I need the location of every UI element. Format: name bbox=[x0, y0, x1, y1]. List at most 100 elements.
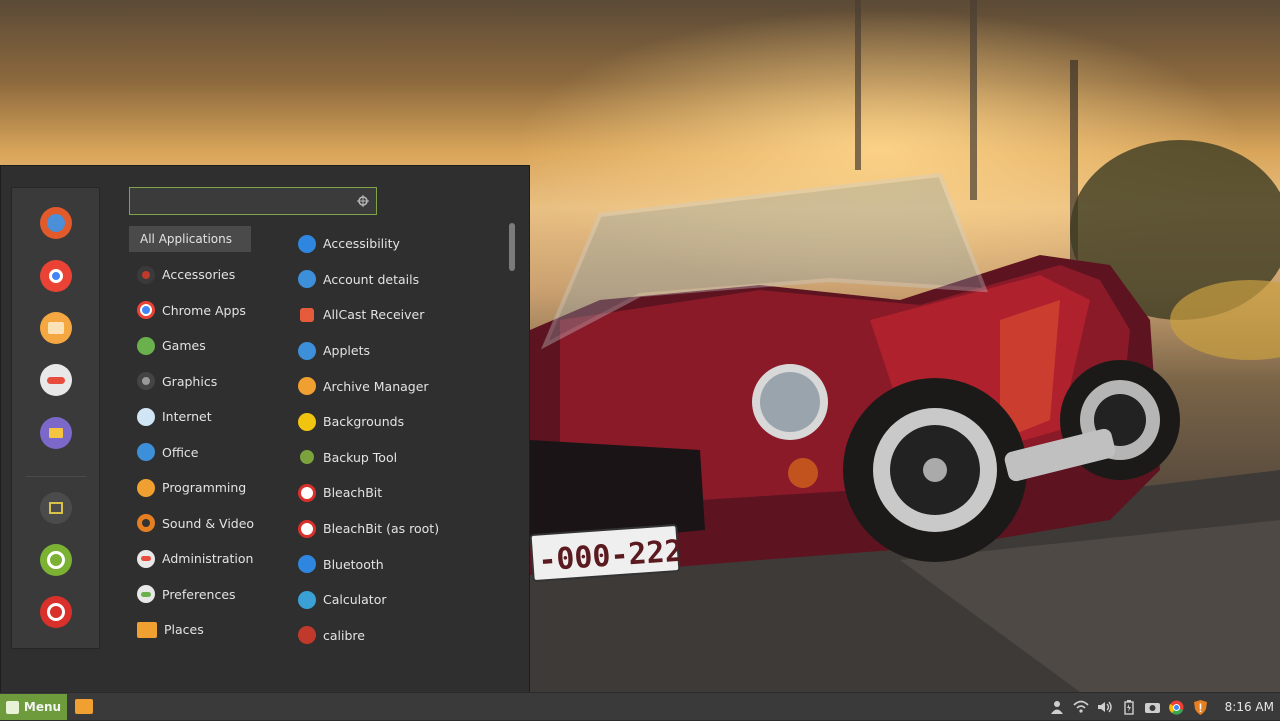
category-all-applications[interactable]: All Applications bbox=[129, 226, 251, 252]
app-bluetooth[interactable]: Bluetooth bbox=[291, 546, 501, 582]
category-chrome-apps[interactable]: Chrome Apps bbox=[129, 293, 269, 329]
office-icon bbox=[137, 443, 155, 462]
folder-icon[interactable] bbox=[75, 699, 93, 714]
app-label: Archive Manager bbox=[323, 378, 429, 394]
allcast-icon bbox=[300, 307, 314, 322]
applets-icon bbox=[298, 341, 316, 360]
app-label: Calculator bbox=[323, 592, 387, 608]
category-label: Accessories bbox=[162, 267, 236, 283]
app-label: Applets bbox=[323, 343, 370, 359]
category-label: Office bbox=[162, 444, 199, 460]
calculator-icon bbox=[298, 590, 316, 609]
internet-icon bbox=[137, 407, 155, 426]
network-icon[interactable] bbox=[1073, 699, 1089, 715]
category-programming[interactable]: Programming bbox=[129, 470, 269, 506]
games-icon bbox=[137, 336, 155, 355]
backup-tool-icon bbox=[300, 450, 314, 465]
bluetooth-icon bbox=[298, 555, 316, 574]
accessories-icon bbox=[137, 265, 155, 284]
backgrounds-icon bbox=[298, 412, 316, 431]
menu-button[interactable]: Menu bbox=[0, 694, 67, 720]
category-preferences[interactable]: Preferences bbox=[129, 577, 269, 613]
category-places[interactable]: Places bbox=[129, 612, 269, 648]
category-label: Programming bbox=[162, 480, 247, 496]
app-label: calibre bbox=[323, 627, 365, 643]
app-applets[interactable]: Applets bbox=[291, 333, 501, 369]
category-label: Places bbox=[164, 622, 204, 638]
app-account-details[interactable]: Account details bbox=[291, 262, 501, 298]
menu-button-label: Menu bbox=[23, 700, 62, 714]
chrome-icon[interactable] bbox=[1169, 699, 1185, 715]
category-label: Internet bbox=[162, 409, 212, 425]
search-box[interactable] bbox=[129, 187, 377, 215]
favorites-panel bbox=[11, 187, 100, 649]
app-backgrounds[interactable]: Backgrounds bbox=[291, 404, 501, 440]
settings-icon[interactable] bbox=[40, 364, 72, 396]
app-calibre[interactable]: calibre bbox=[291, 618, 501, 654]
app-label: Accessibility bbox=[323, 236, 400, 252]
taskbar: Menu 8:16 AM bbox=[0, 692, 1280, 720]
chrome-icon bbox=[137, 301, 155, 320]
calibre-icon bbox=[298, 626, 316, 645]
search-input[interactable] bbox=[136, 192, 350, 212]
programming-icon bbox=[137, 478, 155, 497]
graphics-icon bbox=[137, 372, 155, 391]
app-label: Bluetooth bbox=[323, 556, 384, 572]
volume-icon[interactable] bbox=[1097, 699, 1113, 715]
category-games[interactable]: Games bbox=[129, 328, 269, 364]
category-sound-video[interactable]: Sound & Video bbox=[129, 506, 269, 542]
app-bleachbit-as-root[interactable]: BleachBit (as root) bbox=[291, 511, 501, 547]
logout-icon[interactable] bbox=[40, 544, 72, 576]
files-icon[interactable] bbox=[40, 312, 72, 344]
category-list: All Applications Accessories Chrome Apps… bbox=[129, 226, 269, 648]
search-icon bbox=[357, 195, 369, 207]
favorites-separator bbox=[26, 476, 86, 477]
category-label: Chrome Apps bbox=[162, 302, 246, 318]
app-bleachbit[interactable]: BleachBit bbox=[291, 475, 501, 511]
category-label: Administration bbox=[162, 551, 254, 567]
accessibility-icon bbox=[298, 234, 316, 253]
places-icon bbox=[137, 621, 157, 638]
category-internet[interactable]: Internet bbox=[129, 399, 269, 435]
lock-screen-icon[interactable] bbox=[40, 492, 72, 524]
app-label: Backgrounds bbox=[323, 414, 405, 430]
category-office[interactable]: Office bbox=[129, 435, 269, 471]
screenshot-icon[interactable] bbox=[1145, 699, 1161, 715]
app-label: Account details bbox=[323, 271, 420, 287]
app-archive-manager[interactable]: Archive Manager bbox=[291, 368, 501, 404]
app-label: BleachBit bbox=[323, 485, 383, 501]
archive-manager-icon bbox=[298, 377, 316, 396]
app-allcast-receiver[interactable]: AllCast Receiver bbox=[291, 297, 501, 333]
app-list-scrollbar[interactable] bbox=[509, 223, 515, 271]
app-accessibility[interactable]: Accessibility bbox=[291, 226, 501, 262]
battery-icon[interactable] bbox=[1121, 699, 1137, 715]
bleachbit-icon bbox=[298, 483, 316, 502]
preferences-icon bbox=[137, 585, 155, 604]
power-icon[interactable] bbox=[40, 596, 72, 628]
clock[interactable]: 8:16 AM bbox=[1225, 700, 1274, 714]
app-backup-tool[interactable]: Backup Tool bbox=[291, 440, 501, 476]
application-list: Accessibility Account details AllCast Re… bbox=[291, 226, 501, 653]
category-label: Preferences bbox=[162, 586, 236, 602]
update-shield-icon[interactable] bbox=[1193, 699, 1209, 715]
app-label: BleachBit (as root) bbox=[323, 521, 440, 537]
category-label: All Applications bbox=[140, 232, 232, 246]
firefox-icon[interactable] bbox=[40, 207, 72, 239]
application-menu: All Applications Accessories Chrome Apps… bbox=[0, 165, 530, 692]
bleachbit-root-icon bbox=[298, 519, 316, 538]
app-label: AllCast Receiver bbox=[323, 307, 425, 323]
app-label: Backup Tool bbox=[323, 449, 398, 465]
administration-icon bbox=[137, 549, 155, 568]
category-accessories[interactable]: Accessories bbox=[129, 257, 269, 293]
category-label: Graphics bbox=[162, 373, 218, 389]
user-icon[interactable] bbox=[1049, 699, 1065, 715]
category-graphics[interactable]: Graphics bbox=[129, 364, 269, 400]
chrome-icon[interactable] bbox=[40, 260, 72, 292]
category-administration[interactable]: Administration bbox=[129, 541, 269, 577]
category-label: Games bbox=[162, 338, 206, 354]
system-tray: 8:16 AM bbox=[1049, 693, 1274, 721]
mint-logo-icon bbox=[5, 700, 19, 714]
app-calculator[interactable]: Calculator bbox=[291, 582, 501, 618]
sound-video-icon bbox=[137, 514, 155, 533]
file-manager-icon[interactable] bbox=[40, 417, 72, 449]
